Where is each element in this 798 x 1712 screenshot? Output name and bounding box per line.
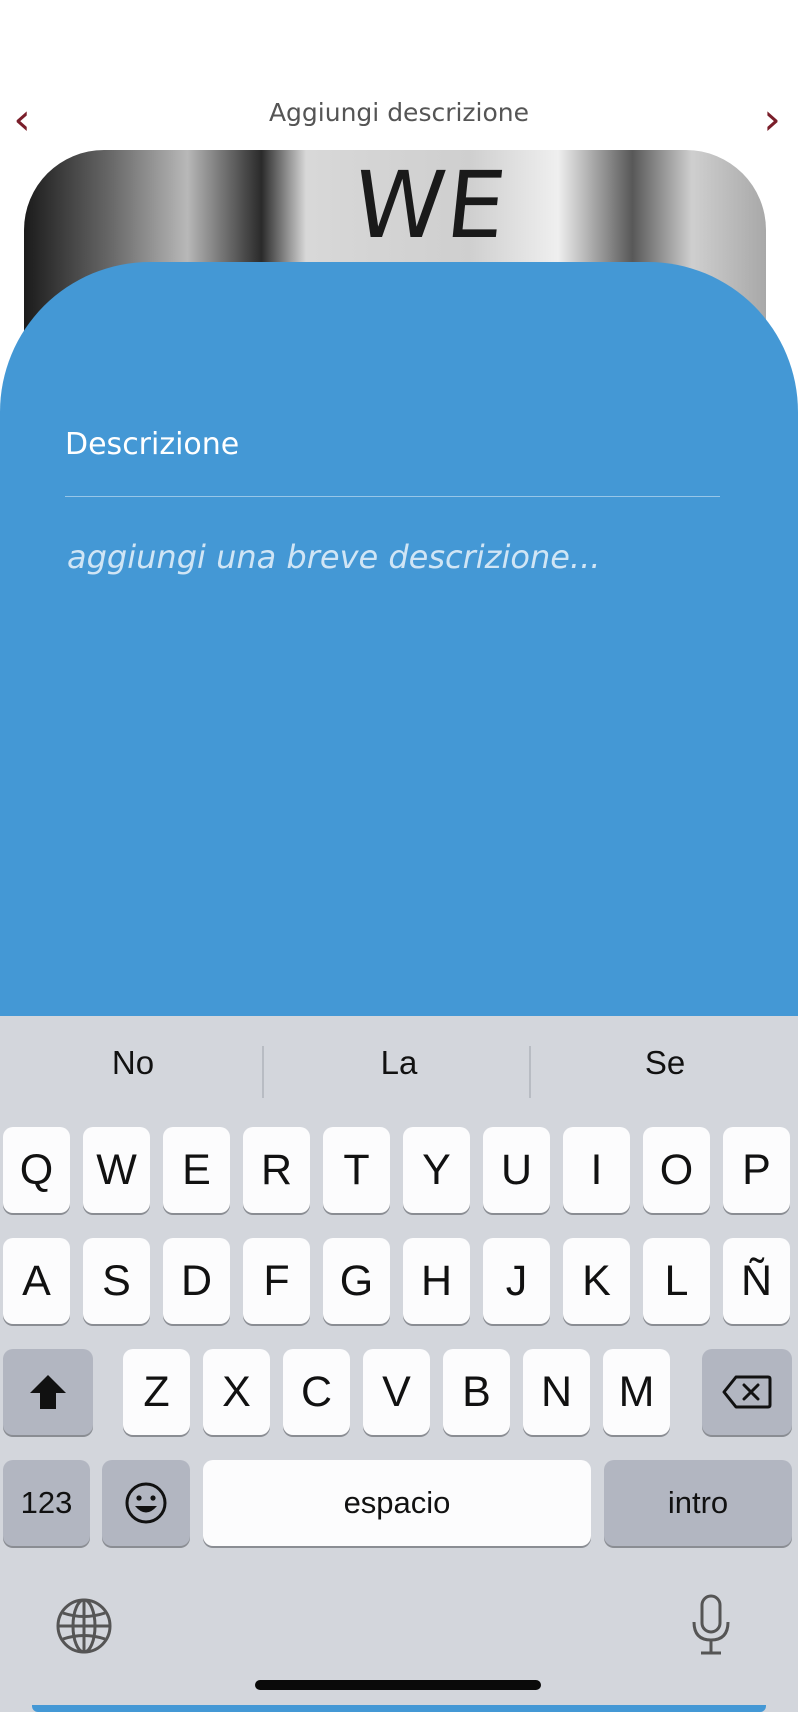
key-k[interactable]: K <box>563 1238 630 1324</box>
panel-edge <box>32 1705 766 1712</box>
globe-icon[interactable] <box>54 1596 114 1656</box>
return-key[interactable]: intro <box>604 1460 792 1546</box>
space-key[interactable]: espacio <box>203 1460 591 1546</box>
key-b[interactable]: B <box>443 1349 510 1435</box>
key-j[interactable]: J <box>483 1238 550 1324</box>
key-m[interactable]: M <box>603 1349 670 1435</box>
key-y[interactable]: Y <box>403 1127 470 1213</box>
key-d[interactable]: D <box>163 1238 230 1324</box>
numbers-key[interactable]: 123 <box>3 1460 90 1546</box>
keyboard: No La Se Q W E R T Y U I O P A S D F G H… <box>0 1016 798 1712</box>
key-h[interactable]: H <box>403 1238 470 1324</box>
key-i[interactable]: I <box>563 1127 630 1213</box>
photo-text: WE <box>348 152 513 259</box>
divider <box>65 496 720 497</box>
microphone-icon[interactable] <box>686 1592 736 1658</box>
key-x[interactable]: X <box>203 1349 270 1435</box>
key-z[interactable]: Z <box>123 1349 190 1435</box>
emoji-key[interactable] <box>102 1460 190 1546</box>
backspace-icon <box>722 1375 772 1409</box>
key-e[interactable]: E <box>163 1127 230 1213</box>
key-o[interactable]: O <box>643 1127 710 1213</box>
key-n-tilde[interactable]: Ñ <box>723 1238 790 1324</box>
divider <box>529 1046 531 1098</box>
shift-key[interactable] <box>3 1349 93 1435</box>
key-p[interactable]: P <box>723 1127 790 1213</box>
key-l[interactable]: L <box>643 1238 710 1324</box>
key-r[interactable]: R <box>243 1127 310 1213</box>
suggestion-bar: No La Se <box>0 1016 798 1120</box>
backspace-key[interactable] <box>702 1349 792 1435</box>
key-u[interactable]: U <box>483 1127 550 1213</box>
suggestion-item[interactable]: Se <box>532 1044 798 1082</box>
description-label: Descrizione <box>65 427 240 462</box>
shift-icon <box>30 1375 66 1409</box>
key-a[interactable]: A <box>3 1238 70 1324</box>
chevron-right-icon[interactable]: › <box>752 98 792 142</box>
key-v[interactable]: V <box>363 1349 430 1435</box>
key-f[interactable]: F <box>243 1238 310 1324</box>
divider <box>262 1046 264 1098</box>
page-title: Aggiungi descrizione <box>268 98 530 127</box>
key-g[interactable]: G <box>323 1238 390 1324</box>
key-n[interactable]: N <box>523 1349 590 1435</box>
description-input[interactable] <box>65 536 729 840</box>
key-t[interactable]: T <box>323 1127 390 1213</box>
key-q[interactable]: Q <box>3 1127 70 1213</box>
key-c[interactable]: C <box>283 1349 350 1435</box>
key-s[interactable]: S <box>83 1238 150 1324</box>
suggestion-item[interactable]: La <box>266 1044 532 1082</box>
key-w[interactable]: W <box>83 1127 150 1213</box>
suggestion-item[interactable]: No <box>0 1044 266 1082</box>
home-indicator[interactable] <box>255 1680 541 1690</box>
emoji-icon <box>125 1482 167 1524</box>
